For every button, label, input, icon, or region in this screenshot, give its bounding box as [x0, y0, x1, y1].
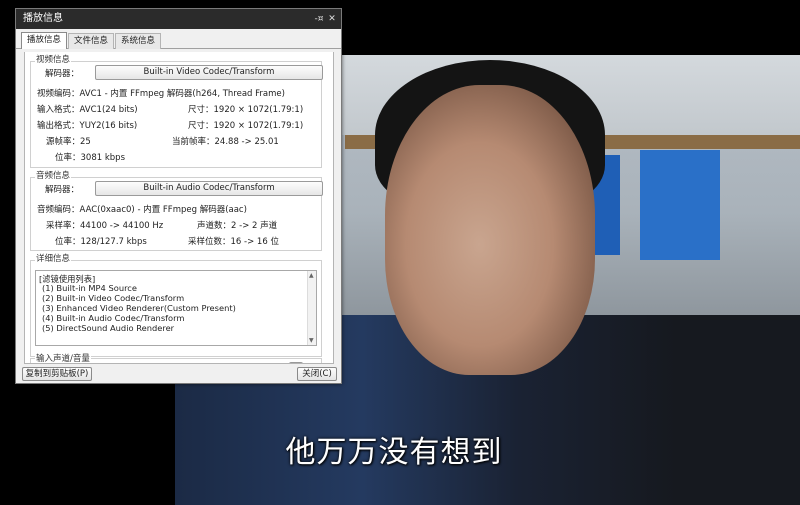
subtitle-text: 他万万没有想到	[285, 435, 503, 470]
copy-to-clipboard-button[interactable]: 复制到剪贴板(P)	[22, 367, 92, 381]
video-bitrate-value: 3081 kbps	[80, 153, 125, 163]
tab-bar: 播放信息 文件信息 系统信息	[16, 32, 341, 49]
audio-channels-label: 声道数：	[197, 221, 232, 231]
audio-codec-row: 音频编码：AAC(0xaac0) - 内置 FFmpeg 解码器(aac)	[37, 203, 247, 215]
list-item: (2) Built-in Video Codec/Transform	[42, 293, 185, 303]
channel-volume-group: 输入声道/音量	[30, 352, 322, 363]
video-src-fps-value: 25	[80, 137, 91, 147]
video-decoder-label: 解码器：	[45, 69, 80, 79]
dialog-titlebar[interactable]: 播放信息 -⁠¤ ✕	[16, 9, 341, 29]
scroll-down-icon[interactable]: ▼	[309, 337, 314, 344]
audio-codec-label: 音频编码：	[37, 205, 80, 215]
tab-file-info[interactable]: 文件信息	[68, 33, 115, 49]
frame-person-face	[385, 85, 595, 375]
video-info-group: 视频信息 解码器： Built-in Video Codec/Transform…	[30, 53, 323, 168]
audio-rate-label: 采样率：	[46, 221, 81, 231]
video-output-value: YUY2(16 bits)	[79, 121, 138, 131]
dialog-title: 播放信息	[23, 13, 63, 24]
video-codec-value: AVC1 - 内置 FFmpeg 解码器(h264, Thread Frame)	[79, 89, 285, 99]
audio-depth-value: 16 -> 16 位	[230, 237, 279, 247]
audio-info-group: 音频信息 解码器： Built-in Audio Codec/Transform…	[30, 169, 323, 251]
audio-rate-value: 44100 -> 44100 Hz	[80, 221, 164, 231]
video-bitrate-row: 位率：3081 kbps	[55, 151, 125, 163]
audio-decoder-button[interactable]: Built-in Audio Codec/Transform	[95, 181, 323, 196]
close-icon[interactable]: ✕	[326, 9, 338, 29]
list-scrollbar[interactable]: ▲ ▼	[307, 271, 316, 345]
playback-info-dialog: 播放信息 -⁠¤ ✕ 播放信息 文件信息 系统信息 视频信息 解码器： Buil…	[15, 8, 342, 384]
video-cur-fps-row: 当前帧率：24.88 -> 25.01	[172, 135, 279, 147]
frame-board	[640, 150, 720, 260]
list-item: (5) DirectSound Audio Renderer	[42, 323, 175, 333]
channel-group-title: 输入声道/音量	[35, 352, 91, 364]
audio-channels-row: 声道数：2 -> 2 声道	[197, 219, 277, 231]
audio-bitrate-label: 位率：	[55, 237, 81, 247]
video-input-size-label: 尺寸：	[188, 105, 214, 115]
scroll-up-icon[interactable]: ▲	[309, 272, 314, 279]
audio-rate-row: 采样率：44100 -> 44100 Hz	[46, 219, 163, 231]
video-group-title: 视频信息	[35, 53, 72, 65]
tab-playback-info[interactable]: 播放信息	[21, 32, 68, 49]
audio-channels-value: 2 -> 2 声道	[231, 221, 278, 231]
close-button[interactable]: 关闭(C)	[297, 367, 337, 381]
list-item: (3) Enhanced Video Renderer(Custom Prese…	[42, 303, 236, 313]
video-cur-fps-value: 24.88 -> 25.01	[214, 137, 279, 147]
audio-codec-value: AAC(0xaac0) - 内置 FFmpeg 解码器(aac)	[79, 205, 247, 215]
details-group-title: 详细信息	[35, 252, 72, 264]
tab-panel: 视频信息 解码器： Built-in Video Codec/Transform…	[24, 52, 334, 364]
video-output-size-row: 尺寸：1920 × 1072(1.79:1)	[188, 119, 303, 131]
audio-decoder-label: 解码器：	[45, 185, 80, 195]
filter-list[interactable]: [滤镜使用列表] (1) Built-in MP4 Source (2) Bui…	[35, 270, 317, 346]
video-src-fps-row: 源帧率：25	[46, 135, 91, 147]
video-src-fps-label: 源帧率：	[46, 137, 81, 147]
volume-slider-thumb[interactable]	[289, 362, 303, 363]
video-output-label: 输出格式：	[37, 121, 80, 131]
video-bitrate-label: 位率：	[55, 153, 81, 163]
audio-depth-label: 采样位数：	[188, 237, 231, 247]
tab-system-info[interactable]: 系统信息	[115, 33, 162, 49]
list-item: (1) Built-in MP4 Source	[42, 283, 137, 293]
audio-group-title: 音频信息	[35, 169, 72, 181]
video-cur-fps-label: 当前帧率：	[172, 137, 215, 147]
video-input-value: AVC1(24 bits)	[79, 105, 138, 115]
video-output-size-value: 1920 × 1072(1.79:1)	[213, 121, 304, 131]
list-item: (4) Built-in Audio Codec/Transform	[42, 313, 185, 323]
audio-depth-row: 采样位数：16 -> 16 位	[188, 235, 279, 247]
video-output-row: 输出格式：YUY2(16 bits)	[37, 119, 137, 131]
video-input-row: 输入格式：AVC1(24 bits)	[37, 103, 138, 115]
video-codec-row: 视频编码：AVC1 - 内置 FFmpeg 解码器(h264, Thread F…	[37, 87, 285, 99]
video-input-label: 输入格式：	[37, 105, 80, 115]
video-input-size-row: 尺寸：1920 × 1072(1.79:1)	[188, 103, 303, 115]
subtitle: 他万万没有想到	[0, 427, 800, 471]
video-input-size-value: 1920 × 1072(1.79:1)	[213, 105, 304, 115]
video-codec-label: 视频编码：	[37, 89, 80, 99]
audio-bitrate-row: 位率：128/127.7 kbps	[55, 235, 147, 247]
pin-icon[interactable]: -⁠¤	[313, 9, 325, 29]
video-output-size-label: 尺寸：	[188, 121, 214, 131]
details-group: 详细信息 [滤镜使用列表] (1) Built-in MP4 Source (2…	[30, 252, 322, 357]
video-decoder-button[interactable]: Built-in Video Codec/Transform	[95, 65, 323, 80]
audio-bitrate-value: 128/127.7 kbps	[80, 237, 147, 247]
